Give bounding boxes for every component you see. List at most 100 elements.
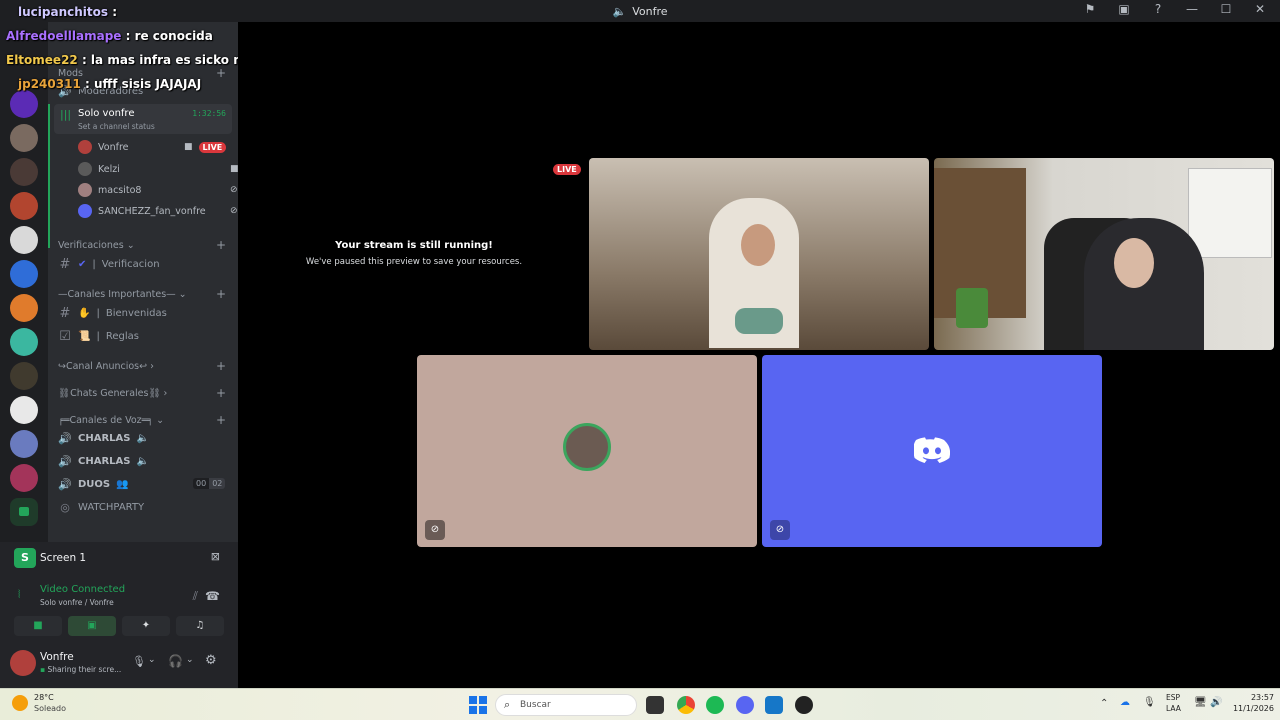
maximize-button[interactable]: ☐: [1216, 2, 1236, 16]
weather-desc[interactable]: Soleado: [34, 704, 66, 713]
server-icon-6[interactable]: [10, 260, 38, 288]
signal-icon: ⦚: [18, 588, 21, 601]
weather-temp[interactable]: 28°C: [34, 693, 54, 702]
chrome-icon[interactable]: [677, 696, 695, 714]
activities-button[interactable]: ✦: [122, 616, 170, 636]
discord-icon[interactable]: [736, 696, 754, 714]
network-icon[interactable]: 🖥: [1194, 697, 1207, 708]
screen-icon[interactable]: ▣: [1114, 2, 1134, 16]
add-channel-icon[interactable]: +: [216, 66, 226, 80]
voice-user-kelzi[interactable]: Kelzi ■: [78, 162, 239, 176]
user-area: S Screen 1 ⊠ ⦚ Video Connected Solo vonf…: [0, 542, 238, 688]
username[interactable]: Vonfre: [40, 651, 74, 663]
noise-suppression-icon[interactable]: ⫽: [193, 589, 198, 604]
file-explorer-icon[interactable]: [646, 696, 664, 714]
weather-icon[interactable]: [12, 695, 28, 711]
channel-verificacion[interactable]: # ✔ | Verificacion: [58, 257, 160, 272]
spotify-icon[interactable]: [706, 696, 724, 714]
video-tile-kelzi[interactable]: [934, 158, 1274, 350]
stage-icon: ◎: [60, 501, 70, 514]
category-verificaciones[interactable]: Verificaciones ⌄: [58, 240, 135, 251]
server-icon-8[interactable]: [10, 328, 38, 356]
server-icon-9[interactable]: [10, 362, 38, 390]
language-indicator[interactable]: ESP: [1166, 693, 1180, 702]
chat-overlay-line: jp240311 : ufff sisis JAJAJAJ: [18, 77, 202, 91]
server-icon-2[interactable]: [10, 124, 38, 152]
disconnect-icon[interactable]: ☎: [205, 589, 220, 603]
headphones-icon[interactable]: 🎧: [168, 654, 183, 668]
camera-button[interactable]: ■: [14, 616, 62, 636]
gear-icon[interactable]: ⚙: [205, 653, 217, 668]
stop-stream-icon[interactable]: ⊠: [211, 550, 220, 563]
avatar: [78, 204, 92, 218]
server-icon-3[interactable]: [10, 158, 38, 186]
server-icon-12[interactable]: [10, 464, 38, 492]
chevron-up-icon[interactable]: ⌃: [1100, 698, 1108, 709]
category-canales-importantes[interactable]: —Canales Importantes— ⌄: [58, 289, 187, 300]
chevron-down-icon[interactable]: ⌄: [186, 655, 194, 665]
cloud-icon[interactable]: ☁: [1120, 697, 1130, 708]
voice-channel-duos[interactable]: 🔊 DUOS 👥: [58, 478, 129, 491]
voice-channel-active[interactable]: ||| Solo vonfre 1:32:56 Set a channel st…: [54, 104, 232, 134]
voice-user-sanchezz[interactable]: SANCHEZZ_fan_vonfre ⊘: [78, 204, 238, 218]
discord-logo-icon: [914, 437, 950, 463]
voice-timer: 1:32:56: [192, 109, 226, 118]
taskbar-search[interactable]: ⌕ Buscar: [495, 694, 637, 716]
avatar[interactable]: [10, 650, 36, 676]
add-channel-icon[interactable]: +: [216, 413, 226, 427]
window-title: Vonfre: [632, 4, 668, 18]
server-icon-11[interactable]: [10, 430, 38, 458]
voice-channel-charlas-1[interactable]: 🔊 CHARLAS 🔈: [58, 432, 149, 445]
category-chats-generales[interactable]: ⛓Chats Generales⛓ ›: [58, 388, 167, 399]
add-channel-icon[interactable]: +: [216, 359, 226, 373]
close-button[interactable]: ✕: [1250, 2, 1270, 16]
people-icon: 👥: [116, 479, 129, 490]
keyboard-layout[interactable]: LAA: [1166, 704, 1181, 713]
screen-share-button[interactable]: ▣: [68, 616, 116, 636]
muted-mic-icon: ⊘: [230, 206, 238, 216]
minimize-button[interactable]: —: [1182, 2, 1202, 16]
channel-watchparty[interactable]: ◎ WATCHPARTY: [58, 501, 144, 514]
chat-overlay-line: lucipanchitos :: [18, 5, 117, 19]
windows-start-icon[interactable]: [469, 696, 487, 714]
clock-date[interactable]: 11/1/2026: [1226, 704, 1274, 713]
soundboard-button[interactable]: ♫: [176, 616, 224, 636]
video-tile-vonfre[interactable]: [589, 158, 929, 350]
category-canal-anuncios[interactable]: ↪Canal Anuncios↩ ›: [58, 361, 154, 372]
add-channel-icon[interactable]: +: [216, 287, 226, 301]
notepad-icon[interactable]: [765, 696, 783, 714]
server-icon-5[interactable]: [10, 226, 38, 254]
voice-user-macsito8[interactable]: macsito8 ⊘: [78, 183, 238, 197]
server-icon-10[interactable]: [10, 396, 38, 424]
live-badge: LIVE: [553, 164, 581, 175]
obs-icon[interactable]: [795, 696, 813, 714]
server-icon-7[interactable]: [10, 294, 38, 322]
microphone-icon[interactable]: 🎙: [132, 655, 146, 668]
folder-icon[interactable]: [10, 498, 38, 526]
voice-location[interactable]: Solo vonfre / Vonfre: [40, 598, 114, 607]
volume-icon[interactable]: 🔊: [1210, 697, 1222, 708]
clock-time[interactable]: 23:57: [1240, 693, 1274, 702]
video-object: [735, 308, 783, 334]
inbox-icon[interactable]: ⚑: [1080, 2, 1100, 16]
title-bar: 🔈 Vonfre ⚑ ▣ ? — ☐ ✕: [0, 0, 1280, 22]
voice-status[interactable]: Video Connected: [40, 584, 125, 595]
channel-reglas[interactable]: ☑ 📜 | Reglas: [58, 329, 139, 344]
server-icon-4[interactable]: [10, 192, 38, 220]
participant-tile-sanchezz[interactable]: ⊘: [762, 355, 1102, 547]
microphone-icon[interactable]: 🎙: [1143, 697, 1156, 708]
add-channel-icon[interactable]: +: [216, 386, 226, 400]
voice-user-vonfre[interactable]: Vonfre ■ LIVE: [78, 140, 227, 154]
voice-channel-charlas-2[interactable]: 🔊 CHARLAS 🔈: [58, 455, 149, 468]
channel-bienvenidas[interactable]: # ✋ | Bienvenidas: [58, 306, 167, 321]
server-icon-1[interactable]: [10, 90, 38, 118]
chat-overlay-line: Eltomee22 : la mas infra es sicko mode: [6, 53, 271, 67]
help-icon[interactable]: ?: [1148, 2, 1168, 16]
chevron-down-icon[interactable]: ⌄: [148, 655, 156, 665]
category-canales-de-voz[interactable]: ╒═Canales de Voz═╕ ⌄: [58, 415, 164, 426]
channel-status[interactable]: Set a channel status: [78, 122, 155, 131]
participant-tile-macsito8[interactable]: ⊘: [417, 355, 757, 547]
camera-icon: ■: [184, 142, 193, 152]
channel-sidebar: Mods + 🔊 Moderadores ||| Solo vonfre 1:3…: [48, 22, 239, 542]
add-channel-icon[interactable]: +: [216, 238, 226, 252]
